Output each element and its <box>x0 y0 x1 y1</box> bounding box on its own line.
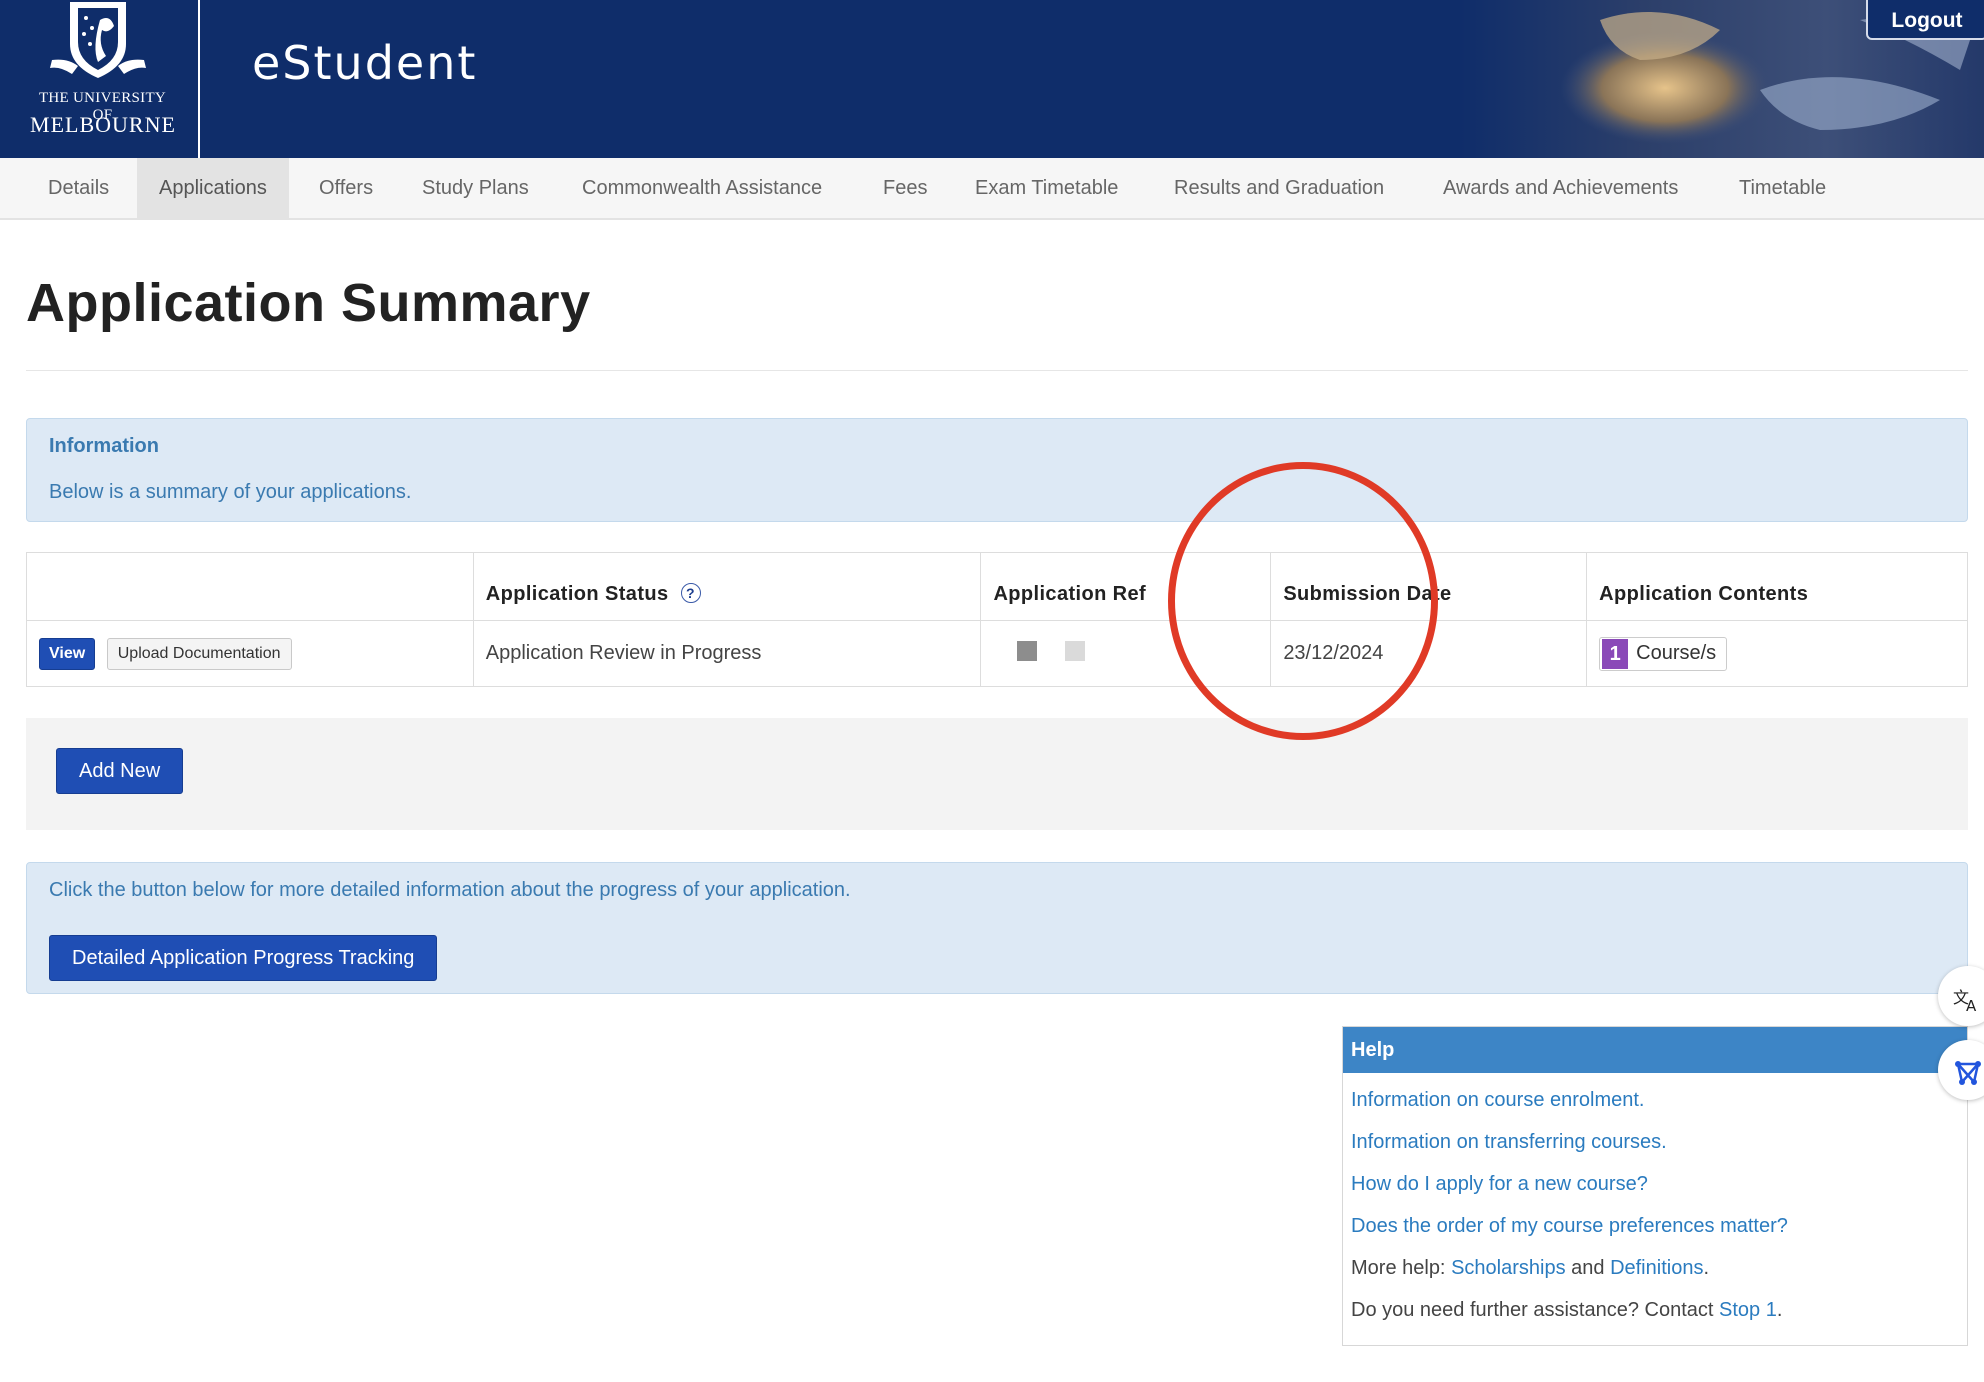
contact-prefix: Do you need further assistance? Contact <box>1351 1299 1719 1321</box>
progress-info-text: Click the button below for more detailed… <box>49 879 851 901</box>
question-icon[interactable]: ? <box>680 583 701 603</box>
more-help-and: and <box>1565 1257 1611 1279</box>
contents-badge[interactable]: 1 Course/s <box>1599 636 1728 671</box>
tab-commonwealth-assistance[interactable]: Commonwealth Assistance <box>560 158 844 218</box>
help-link-transferring-courses[interactable]: Information on transferring courses. <box>1351 1131 1667 1154</box>
table-header-row: Application Status ? Application Ref Sub… <box>26 552 1968 621</box>
app-title: eStudent <box>252 36 478 90</box>
contact-line: Do you need further assistance? Contact … <box>1351 1299 1782 1322</box>
header-application-status: Application Status ? <box>472 552 982 621</box>
more-help-line: More help: Scholarships and Definitions. <box>1351 1257 1709 1280</box>
header-application-contents: Application Contents <box>1586 552 1968 621</box>
university-name-line2: MELBOURNE <box>30 112 176 137</box>
more-help-prefix: More help: <box>1351 1257 1452 1279</box>
tab-results-and-graduation[interactable]: Results and Graduation <box>1152 158 1406 218</box>
header-status-label: Application Status <box>485 583 669 605</box>
tab-awards-and-achievements[interactable]: Awards and Achievements <box>1421 158 1700 218</box>
information-alert: Information Below is a summary of your a… <box>26 418 1968 522</box>
page-title: Application Summary <box>26 273 591 333</box>
application-contents-cell: 1 Course/s <box>1586 620 1968 687</box>
help-panel: Help Information on course enrolment. In… <box>1342 1026 1968 1346</box>
scholarships-link[interactable]: Scholarships <box>1451 1257 1566 1279</box>
tab-fees[interactable]: Fees <box>861 158 949 218</box>
annotation-circle <box>1168 462 1438 740</box>
more-help-period: . <box>1703 1257 1710 1279</box>
redacted-block <box>1065 640 1085 661</box>
tab-timetable[interactable]: Timetable <box>1717 158 1848 218</box>
application-status-cell: Application Review in Progress <box>472 620 982 687</box>
svg-text:A: A <box>1966 997 1977 1013</box>
tab-study-plans[interactable]: Study Plans <box>400 158 551 218</box>
applications-table: Application Status ? Application Ref Sub… <box>26 552 1968 687</box>
university-logo[interactable]: THE UNIVERSITY OF MELBOURNE <box>0 0 200 158</box>
information-text: Below is a summary of your applications. <box>49 481 412 503</box>
help-title: Help <box>1343 1027 1967 1073</box>
row-actions: View Upload Documentation <box>26 620 474 687</box>
contact-suffix: . <box>1776 1299 1783 1321</box>
help-link-course-preferences[interactable]: Does the order of my course preferences … <box>1351 1215 1788 1238</box>
translate-glyph: 文 A <box>1953 988 1977 1015</box>
stop1-link[interactable]: Stop 1 <box>1719 1299 1777 1321</box>
translate-icon[interactable]: 文 A <box>1938 966 1984 1026</box>
main-nav: Details Applications Offers Study Plans … <box>0 158 1984 220</box>
add-new-button[interactable]: Add New <box>56 748 184 794</box>
table-row: View Upload Documentation Application Re… <box>26 620 1968 687</box>
contents-label: Course/s <box>1636 642 1717 664</box>
contents-count: 1 <box>1602 638 1629 669</box>
tab-offers[interactable]: Offers <box>297 158 395 218</box>
information-title: Information <box>49 435 159 457</box>
header-actions <box>26 552 474 621</box>
tab-exam-timetable[interactable]: Exam Timetable <box>953 158 1140 218</box>
progress-tracking-box: Click the button below for more detailed… <box>26 862 1968 994</box>
help-link-apply-new-course[interactable]: How do I apply for a new course? <box>1351 1173 1648 1196</box>
crest-icon <box>50 2 146 78</box>
add-new-well: Add New <box>26 718 1968 830</box>
redacted-block <box>1017 640 1038 661</box>
tab-details[interactable]: Details <box>26 158 131 218</box>
upload-documentation-button[interactable]: Upload Documentation <box>106 637 292 670</box>
heading-divider <box>26 370 1968 371</box>
view-button[interactable]: View <box>39 637 96 670</box>
header-banner: THE UNIVERSITY OF MELBOURNE eStudent Log… <box>0 0 1984 158</box>
progress-tracking-button[interactable]: Detailed Application Progress Tracking <box>49 935 438 981</box>
help-link-course-enrolment[interactable]: Information on course enrolment. <box>1351 1089 1645 1112</box>
logout-button[interactable]: Logout <box>1866 0 1984 40</box>
network-glyph <box>1955 1061 1981 1086</box>
tab-applications[interactable]: Applications <box>137 158 289 218</box>
definitions-link[interactable]: Definitions <box>1610 1257 1703 1279</box>
